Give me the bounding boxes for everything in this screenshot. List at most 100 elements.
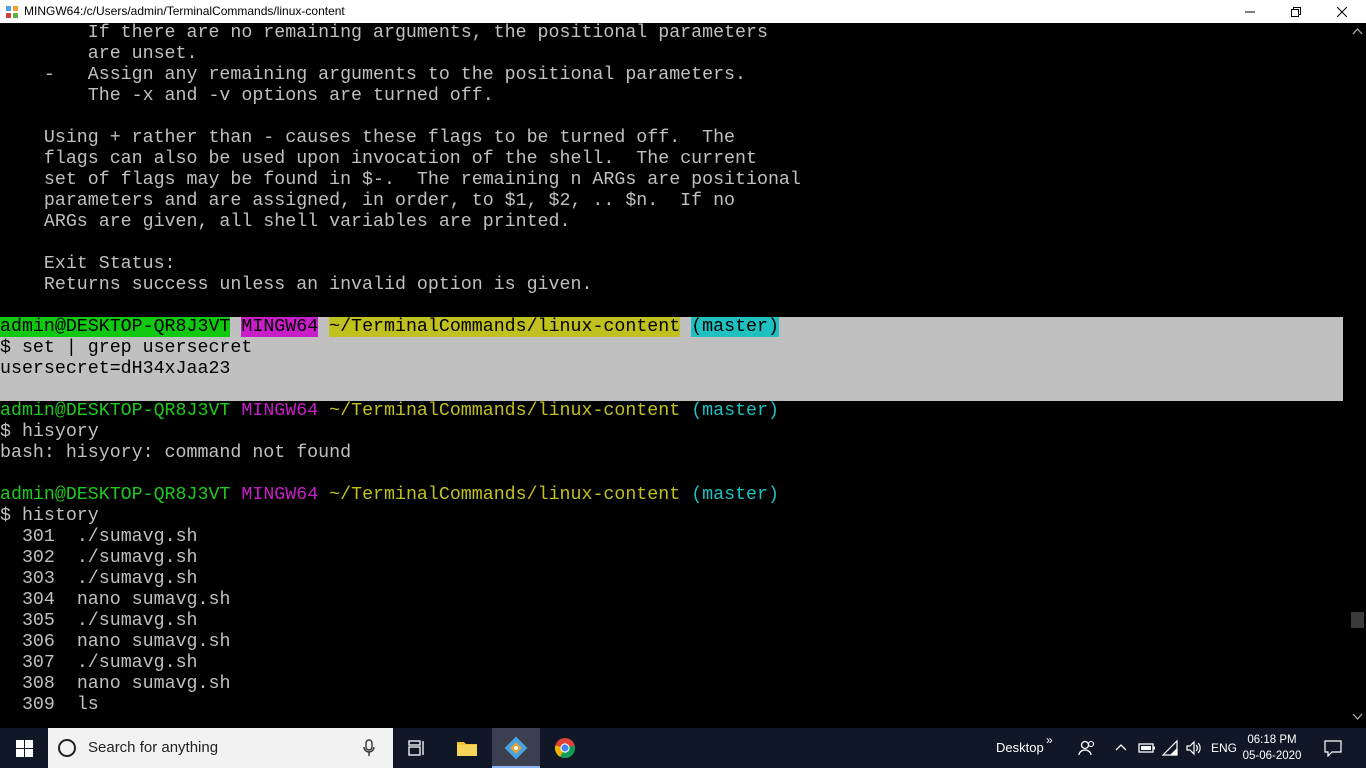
history-command: nano sumavg.sh: [76, 632, 231, 652]
prompt-line: admin@DESKTOP-QR8J3VT MINGW64 ~/Terminal…: [0, 317, 779, 338]
git-bash-icon: [504, 736, 528, 760]
history-entry: 307 ./sumavg.sh: [0, 653, 198, 674]
prompt-branch: (master): [691, 485, 779, 505]
history-command: ./sumavg.sh: [76, 611, 198, 631]
minimize-button[interactable]: [1227, 0, 1273, 23]
start-button[interactable]: [0, 728, 48, 768]
taskbar: Search for anything Desktop » ENG 06:18 …: [0, 728, 1366, 768]
history-command: ./sumavg.sh: [76, 569, 198, 589]
git-bash-taskbar-button[interactable]: [492, 728, 540, 768]
toolbar-expand-chevron[interactable]: »: [1046, 720, 1053, 760]
history-number: 304: [21, 590, 55, 610]
folder-icon: [457, 742, 477, 756]
history-entry: 304 nano sumavg.sh: [0, 590, 230, 611]
scroll-thumb[interactable]: [1351, 612, 1364, 628]
restore-button[interactable]: [1273, 0, 1319, 23]
task-view-button[interactable]: [393, 728, 441, 768]
search-placeholder: Search for anything: [88, 739, 219, 756]
history-number: 301: [21, 527, 55, 547]
wifi-icon[interactable]: [1161, 739, 1179, 757]
title-bar[interactable]: MINGW64:/c/Users/admin/TerminalCommands/…: [0, 0, 1366, 23]
help-line: parameters and are assigned, in order, t…: [0, 191, 736, 211]
help-line: - Assign any remaining arguments to the …: [0, 65, 746, 85]
history-number: 307: [21, 653, 55, 673]
terminal-window: MINGW64:/c/Users/admin/TerminalCommands/…: [0, 0, 1366, 728]
help-line: If there are no remaining arguments, the…: [0, 23, 768, 43]
clock-date: 05-06-2020: [1242, 750, 1302, 762]
prompt-branch: (master): [691, 317, 779, 337]
history-entry: 305 ./sumavg.sh: [0, 611, 198, 632]
notification-center-icon[interactable]: [1324, 739, 1342, 757]
desktop-toolbar-label[interactable]: Desktop: [996, 728, 1044, 768]
close-icon: [1337, 6, 1347, 17]
prompt-line: admin@DESKTOP-QR8J3VT MINGW64 ~/Terminal…: [0, 485, 779, 506]
restore-icon: [1291, 6, 1301, 17]
history-command: ./sumavg.sh: [76, 548, 198, 568]
history-number: 302: [21, 548, 55, 568]
command-line: $ history: [0, 506, 99, 526]
help-line: flags can also be used upon invocation o…: [0, 149, 757, 169]
history-command: ./sumavg.sh: [76, 527, 198, 547]
help-line: are unset.: [0, 44, 198, 64]
prompt-user-host: admin@DESKTOP-QR8J3VT: [0, 485, 231, 505]
language-indicator[interactable]: ENG: [1211, 728, 1237, 768]
prompt-user-host: admin@DESKTOP-QR8J3VT: [0, 317, 231, 337]
history-command: nano sumavg.sh: [76, 590, 231, 610]
help-line: The -x and -v options are turned off.: [0, 86, 494, 106]
history-number: 303: [21, 569, 55, 589]
history-command: nano sumavg.sh: [76, 674, 231, 694]
prompt-system: MINGW64: [241, 485, 319, 505]
history-entry: 308 nano sumavg.sh: [0, 674, 230, 695]
command-output: usersecret=dH34xJaa23: [0, 359, 231, 379]
show-hidden-icons-icon[interactable]: [1115, 742, 1127, 752]
window-title: MINGW64:/c/Users/admin/TerminalCommands/…: [24, 4, 345, 18]
volume-icon[interactable]: [1185, 739, 1203, 757]
minimize-icon: [1245, 11, 1255, 12]
clock[interactable]: 06:18 PM 05-06-2020: [1240, 732, 1304, 764]
prompt-path: ~/TerminalCommands/linux-content: [329, 317, 681, 337]
command-line: $ hisyory: [0, 422, 99, 442]
prompt-branch: (master): [691, 401, 779, 421]
terminal-output[interactable]: If there are no remaining arguments, the…: [0, 23, 1349, 728]
battery-icon[interactable]: [1138, 739, 1156, 757]
microphone-icon[interactable]: [363, 739, 375, 757]
history-entry: 301 ./sumavg.sh: [0, 527, 198, 548]
help-line: Using + rather than - causes these flags…: [0, 128, 736, 148]
history-number: 309: [21, 695, 55, 715]
history-number: 308: [21, 674, 55, 694]
history-number: 305: [21, 611, 55, 631]
file-explorer-button[interactable]: [443, 728, 491, 768]
prompt-system: MINGW64: [241, 317, 319, 337]
history-entry: 306 nano sumavg.sh: [0, 632, 230, 653]
help-line: Exit Status:: [0, 254, 176, 274]
help-line: Returns success unless an invalid option…: [0, 275, 593, 295]
prompt-line: admin@DESKTOP-QR8J3VT MINGW64 ~/Terminal…: [0, 401, 779, 422]
scrollbar[interactable]: [1349, 23, 1366, 728]
close-button[interactable]: [1319, 0, 1365, 23]
clock-time: 06:18 PM: [1247, 734, 1297, 746]
prompt-user-host: admin@DESKTOP-QR8J3VT: [0, 401, 231, 421]
scroll-up-icon[interactable]: [1352, 27, 1363, 35]
chrome-button[interactable]: [541, 728, 589, 768]
command-output: bash: hisyory: command not found: [0, 443, 352, 463]
mingw-app-icon: [6, 6, 18, 18]
history-number: 306: [21, 632, 55, 652]
prompt-path: ~/TerminalCommands/linux-content: [329, 485, 681, 505]
history-entry: 309 ls: [0, 695, 99, 716]
help-line: set of flags may be found in $-. The rem…: [0, 170, 801, 190]
chrome-icon: [554, 738, 576, 759]
search-box[interactable]: Search for anything: [48, 728, 393, 768]
search-icon: [58, 739, 76, 757]
windows-logo-icon: [15, 739, 33, 757]
people-icon[interactable]: [1078, 739, 1096, 757]
scroll-down-icon[interactable]: [1352, 713, 1363, 721]
prompt-system: MINGW64: [241, 401, 319, 421]
history-command: ls: [76, 695, 99, 715]
prompt-path: ~/TerminalCommands/linux-content: [329, 401, 681, 421]
command-line: $ set | grep usersecret: [0, 338, 253, 358]
help-line: ARGs are given, all shell variables are …: [0, 212, 571, 232]
history-command: ./sumavg.sh: [76, 653, 198, 673]
history-entry: 302 ./sumavg.sh: [0, 548, 198, 569]
history-entry: 303 ./sumavg.sh: [0, 569, 198, 590]
task-view-icon: [408, 740, 424, 756]
